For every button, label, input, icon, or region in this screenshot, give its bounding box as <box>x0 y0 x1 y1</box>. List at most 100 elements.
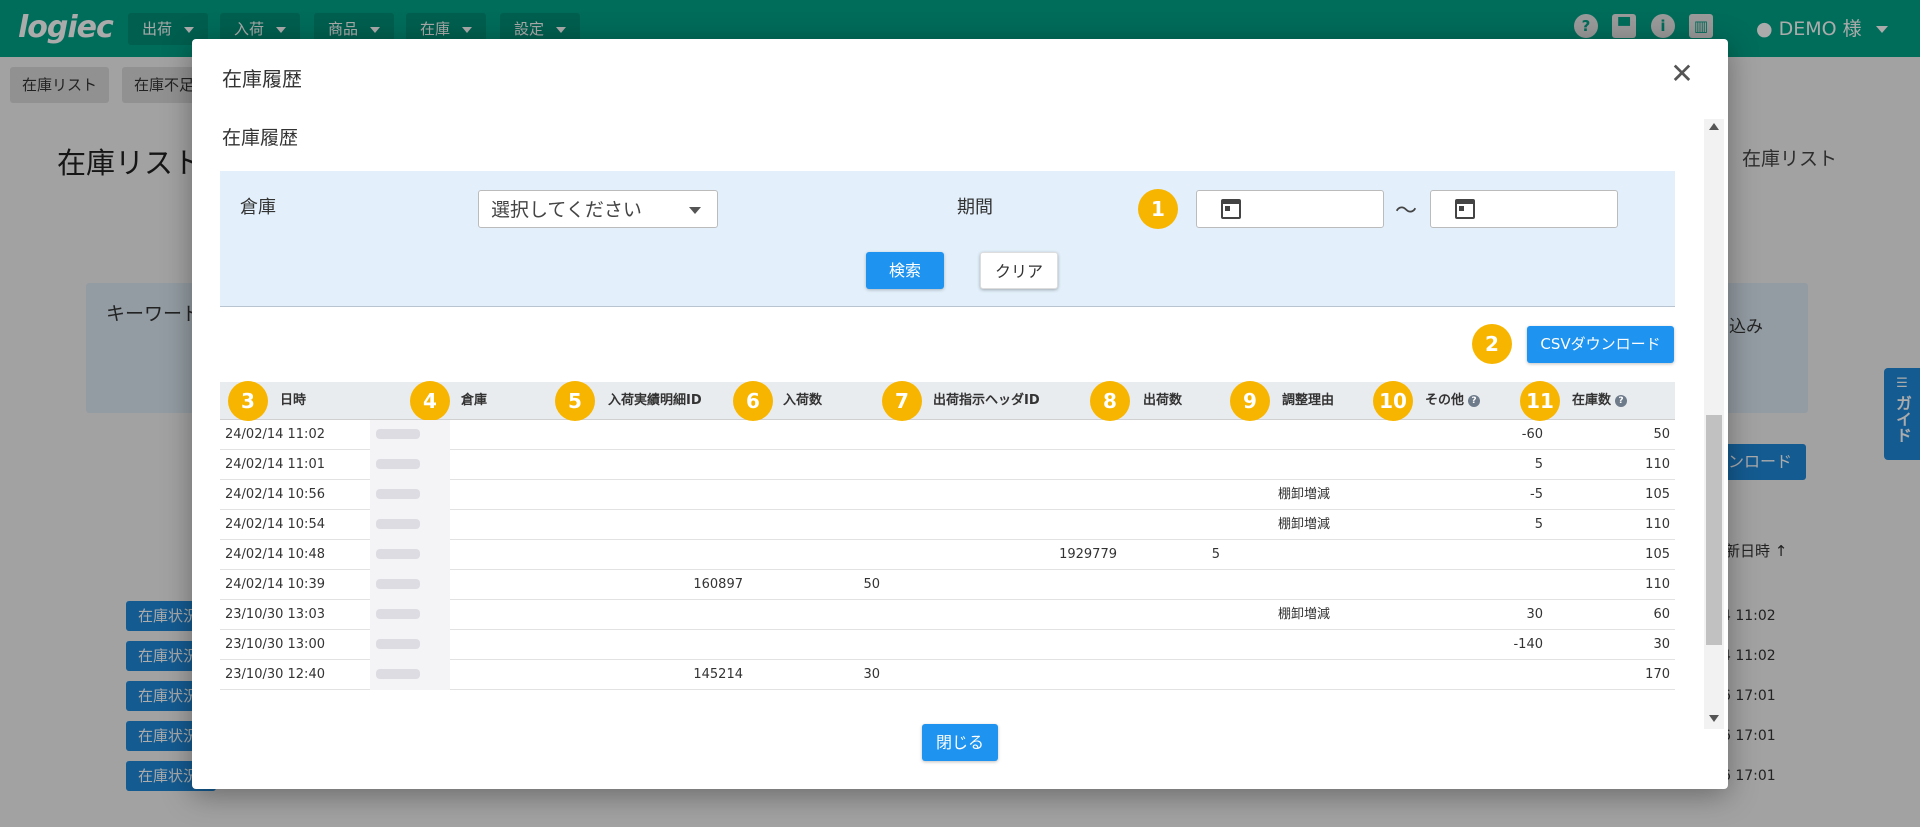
cell-received: 50 <box>863 577 880 592</box>
cell-datetime: 24/02/14 11:01 <box>225 457 325 472</box>
cell-received <box>780 510 880 540</box>
cell-other: -5 <box>1530 487 1543 502</box>
cell-other: -60 <box>1521 427 1543 442</box>
redacted-text <box>376 519 420 529</box>
cell-stock: 170 <box>1645 667 1670 682</box>
cell-receipt-id <box>600 540 743 570</box>
cell-receipt-id <box>600 510 743 540</box>
badge-11: 11 <box>1520 381 1560 421</box>
cell-receipt-id <box>600 630 743 660</box>
cell-reason: 棚卸増減 <box>1278 517 1331 532</box>
cell-stock: 110 <box>1645 577 1670 592</box>
table-row: 23/10/30 12:40 145214 30 170 <box>220 660 1675 690</box>
cell-receipt-id: 160897 <box>693 577 743 592</box>
cell-stock: 30 <box>1653 637 1670 652</box>
redacted-text <box>376 669 420 679</box>
cell-receipt-id <box>600 420 743 450</box>
badge-6: 6 <box>733 381 773 421</box>
table-header: 3 日時 4 倉庫 5 入荷実績明細ID 6 入荷数 7 出荷指示ヘッダID 8… <box>220 381 1675 421</box>
header-datetime: 日時 <box>280 393 307 408</box>
period-start-input[interactable] <box>1196 190 1384 228</box>
cell-received <box>780 480 880 510</box>
badge-10: 10 <box>1373 381 1413 421</box>
badge-9: 9 <box>1230 381 1270 421</box>
badge-8: 8 <box>1090 381 1130 421</box>
csv-download-button[interactable]: CSVダウンロード <box>1527 326 1674 363</box>
cell-stock: 105 <box>1645 547 1670 562</box>
redacted-text <box>376 429 420 439</box>
history-table: 3 日時 4 倉庫 5 入荷実績明細ID 6 入荷数 7 出荷指示ヘッダID 8… <box>220 381 1675 690</box>
cell-datetime: 24/02/14 10:48 <box>225 547 325 562</box>
table-row: 24/02/14 11:01 5 110 <box>220 450 1675 480</box>
cell-received <box>780 630 880 660</box>
table-row: 23/10/30 13:00 -140 30 <box>220 630 1675 660</box>
modal-subtitle: 在庫履歴 <box>222 127 299 149</box>
cell-shipped <box>1120 570 1220 600</box>
help-icon[interactable]: ? <box>1615 394 1628 407</box>
header-warehouse: 倉庫 <box>461 393 488 408</box>
modal-title: 在庫履歴 <box>222 67 302 91</box>
badge-7: 7 <box>882 381 922 421</box>
scroll-down-icon[interactable] <box>1709 715 1719 722</box>
cell-shipment-id: 1929779 <box>1059 547 1117 562</box>
redacted-warehouse-cell <box>370 480 450 510</box>
cell-datetime: 23/10/30 12:40 <box>225 667 325 682</box>
redacted-warehouse-cell <box>370 450 450 480</box>
redacted-text <box>376 639 420 649</box>
scrollbar-thumb[interactable] <box>1706 415 1722 645</box>
redacted-warehouse-cell <box>370 510 450 540</box>
cell-receipt-id <box>600 480 743 510</box>
table-row: 24/02/14 10:56 棚卸増減 -5 105 <box>220 480 1675 510</box>
cell-shipment-id <box>920 480 1117 510</box>
scroll-up-icon[interactable] <box>1709 123 1719 130</box>
cell-received <box>780 420 880 450</box>
cell-shipment-id <box>920 600 1117 630</box>
table-body: 24/02/14 11:02 -60 50 24/02/14 11:01 5 110 24/… <box>220 420 1675 690</box>
cell-shipped <box>1120 450 1220 480</box>
cell-datetime: 23/10/30 13:03 <box>225 607 325 622</box>
modal-scrollbar[interactable] <box>1704 119 1724 729</box>
badge-5: 5 <box>555 381 595 421</box>
clear-button[interactable]: クリア <box>980 252 1058 289</box>
cell-other: -140 <box>1513 637 1543 652</box>
cell-received <box>780 600 880 630</box>
warehouse-select[interactable]: 選択してください <box>478 190 718 228</box>
close-icon[interactable]: ✕ <box>1667 59 1697 89</box>
cell-other: 5 <box>1534 457 1543 472</box>
cell-shipped: 5 <box>1211 547 1220 562</box>
cell-other <box>1370 660 1543 690</box>
header-reason: 調整理由 <box>1282 393 1335 408</box>
filter-panel: 倉庫 選択してください 期間 1 〜 検索 クリア <box>220 171 1675 307</box>
table-row: 23/10/30 13:03 棚卸増減 30 60 <box>220 600 1675 630</box>
cell-shipped <box>1120 420 1220 450</box>
cell-datetime: 24/02/14 10:56 <box>225 487 325 502</box>
cell-shipped <box>1120 660 1220 690</box>
close-button[interactable]: 閉じる <box>922 724 998 761</box>
badge-4: 4 <box>410 381 450 421</box>
header-shipped: 出荷数 <box>1143 393 1183 408</box>
cell-datetime: 24/02/14 10:54 <box>225 517 325 532</box>
cell-received <box>780 450 880 480</box>
cell-datetime: 23/10/30 13:00 <box>225 637 325 652</box>
redacted-text <box>376 579 420 589</box>
cell-shipment-id <box>920 510 1117 540</box>
calendar-icon[interactable] <box>1455 199 1475 219</box>
cell-shipment-id <box>920 420 1117 450</box>
header-stock: 在庫数? <box>1572 382 1628 420</box>
cell-stock: 50 <box>1653 427 1670 442</box>
cell-received: 30 <box>863 667 880 682</box>
badge-1: 1 <box>1138 189 1178 229</box>
header-shipment-id: 出荷指示ヘッダID <box>933 393 1040 408</box>
calendar-icon[interactable] <box>1221 199 1241 219</box>
period-separator: 〜 <box>1395 199 1418 224</box>
help-icon[interactable]: ? <box>1468 394 1481 407</box>
cell-other: 5 <box>1534 517 1543 532</box>
cell-shipment-id <box>920 570 1117 600</box>
cell-shipped <box>1120 510 1220 540</box>
cell-stock: 105 <box>1645 487 1670 502</box>
search-button[interactable]: 検索 <box>866 252 944 289</box>
cell-stock: 110 <box>1645 457 1670 472</box>
cell-shipment-id <box>920 630 1117 660</box>
period-end-input[interactable] <box>1430 190 1618 228</box>
redacted-warehouse-cell <box>370 630 450 660</box>
